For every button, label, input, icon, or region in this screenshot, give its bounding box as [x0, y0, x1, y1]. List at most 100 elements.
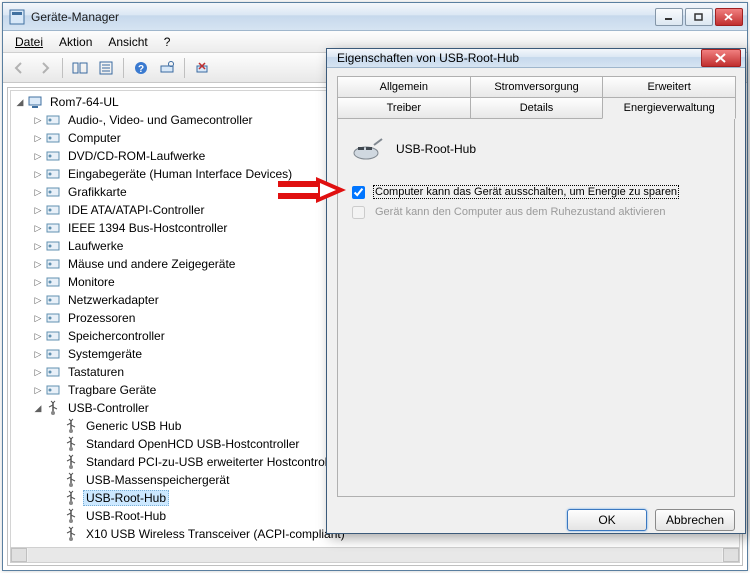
window-controls [655, 8, 743, 26]
uninstall-button[interactable] [190, 56, 214, 80]
expand-icon[interactable]: ▷ [31, 151, 45, 162]
expand-icon[interactable]: ▷ [31, 277, 45, 288]
annotation-arrow [276, 177, 346, 208]
tab[interactable]: Stromversorgung [470, 76, 604, 98]
category-icon [45, 292, 61, 308]
tree-item-label: USB-Root-Hub [83, 490, 169, 506]
category-icon [45, 328, 61, 344]
checkbox-wake-label: Gerät kann den Computer aus dem Ruhezust… [373, 205, 667, 219]
collapse-icon[interactable]: ◢ [13, 97, 27, 108]
usb-device-icon [63, 436, 79, 452]
computer-icon [27, 94, 43, 110]
checkbox-wake: Gerät kann den Computer aus dem Ruhezust… [352, 205, 720, 219]
expand-icon[interactable]: ▷ [31, 385, 45, 396]
expand-icon[interactable]: ▷ [31, 241, 45, 252]
tree-item-label: Tastaturen [65, 364, 127, 380]
properties-dialog: Eigenschaften von USB-Root-Hub Allgemein… [326, 48, 746, 534]
expand-icon[interactable]: ▷ [31, 259, 45, 270]
scan-hardware-button[interactable] [155, 56, 179, 80]
tree-item-label: Netzwerkadapter [65, 292, 162, 308]
toolbar-separator [184, 58, 185, 78]
tree-item-label: Monitore [65, 274, 118, 290]
usb-device-icon [63, 472, 79, 488]
tree-item-label: Eingabegeräte (Human Interface Devices) [65, 166, 295, 182]
collapse-icon[interactable]: ◢ [31, 403, 45, 414]
ok-button[interactable]: OK [567, 509, 647, 531]
expand-icon[interactable]: ▷ [31, 205, 45, 216]
tree-item-label: Speichercontroller [65, 328, 168, 344]
category-icon [45, 346, 61, 362]
main-titlebar[interactable]: Geräte-Manager [3, 3, 747, 31]
expand-icon[interactable]: ▷ [31, 223, 45, 234]
tab[interactable]: Details [470, 97, 604, 119]
help-button[interactable]: ? [129, 56, 153, 80]
tab[interactable]: Treiber [337, 97, 471, 119]
expand-icon[interactable]: ▷ [31, 115, 45, 126]
usb-hub-icon [352, 133, 384, 165]
scroll-left-button[interactable] [11, 548, 27, 562]
dialog-title: Eigenschaften von USB-Root-Hub [337, 51, 701, 65]
main-title: Geräte-Manager [31, 10, 655, 24]
tree-item-label: Mäuse und andere Zeigegeräte [65, 256, 238, 272]
expand-icon[interactable]: ▷ [31, 295, 45, 306]
tree-item-label: Prozessoren [65, 310, 138, 326]
usb-icon [45, 400, 61, 416]
back-button[interactable] [7, 56, 31, 80]
dialog-titlebar[interactable]: Eigenschaften von USB-Root-Hub [327, 49, 745, 68]
horizontal-scrollbar[interactable] [10, 547, 740, 563]
category-icon [45, 112, 61, 128]
expand-icon[interactable]: ▷ [31, 349, 45, 360]
minimize-button[interactable] [655, 8, 683, 26]
toolbar-separator [123, 58, 124, 78]
tree-item-label: Computer [65, 130, 124, 146]
svg-text:?: ? [138, 64, 144, 75]
tree-item-label: IEEE 1394 Bus-Hostcontroller [65, 220, 230, 236]
forward-button[interactable] [33, 56, 57, 80]
tree-item-label: Standard OpenHCD USB-Hostcontroller [83, 436, 302, 452]
device-name-label: USB-Root-Hub [396, 142, 476, 156]
tab[interactable]: Energieverwaltung [602, 97, 736, 119]
checkbox-power-off-input[interactable] [352, 186, 365, 199]
category-icon [45, 310, 61, 326]
tree-item-label: USB-Root-Hub [83, 508, 169, 524]
category-icon [45, 130, 61, 146]
tab-area: AllgemeinStromversorgungErweitert Treibe… [327, 68, 745, 501]
tree-item-label: USB-Massenspeichergerät [83, 472, 232, 488]
tree-item-label: Systemgeräte [65, 346, 145, 362]
show-hide-tree-button[interactable] [68, 56, 92, 80]
tree-item-label: Tragbare Geräte [65, 382, 159, 398]
checkbox-power-off[interactable]: Computer kann das Gerät ausschalten, um … [352, 185, 720, 199]
menu-view[interactable]: Ansicht [100, 33, 155, 51]
category-icon [45, 166, 61, 182]
dialog-close-button[interactable] [701, 49, 741, 67]
properties-button[interactable] [94, 56, 118, 80]
expand-icon[interactable]: ▷ [31, 367, 45, 378]
category-icon [45, 202, 61, 218]
menu-file[interactable]: Datei [7, 33, 51, 51]
tree-item-label: Grafikkarte [65, 184, 130, 200]
menu-help[interactable]: ? [156, 33, 179, 51]
expand-icon[interactable]: ▷ [31, 313, 45, 324]
tree-item-label: Standard PCI-zu-USB erweiterter Hostcont… [83, 454, 344, 470]
expand-icon[interactable]: ▷ [31, 331, 45, 342]
menu-action[interactable]: Aktion [51, 33, 100, 51]
dialog-buttons: OK Abbrechen [327, 501, 745, 541]
cancel-button[interactable]: Abbrechen [655, 509, 735, 531]
tab[interactable]: Erweitert [602, 76, 736, 98]
category-icon [45, 184, 61, 200]
tree-item-label: IDE ATA/ATAPI-Controller [65, 202, 207, 218]
category-icon [45, 148, 61, 164]
expand-icon[interactable]: ▷ [31, 169, 45, 180]
close-button[interactable] [715, 8, 743, 26]
tree-item-label: USB-Controller [65, 400, 152, 416]
expand-icon[interactable]: ▷ [31, 187, 45, 198]
tree-item-label: Laufwerke [65, 238, 126, 254]
app-icon [9, 9, 25, 25]
category-icon [45, 274, 61, 290]
scroll-right-button[interactable] [723, 548, 739, 562]
device-header: USB-Root-Hub [352, 133, 720, 165]
expand-icon[interactable]: ▷ [31, 133, 45, 144]
tab[interactable]: Allgemein [337, 76, 471, 98]
scroll-thumb[interactable] [28, 548, 722, 562]
maximize-button[interactable] [685, 8, 713, 26]
